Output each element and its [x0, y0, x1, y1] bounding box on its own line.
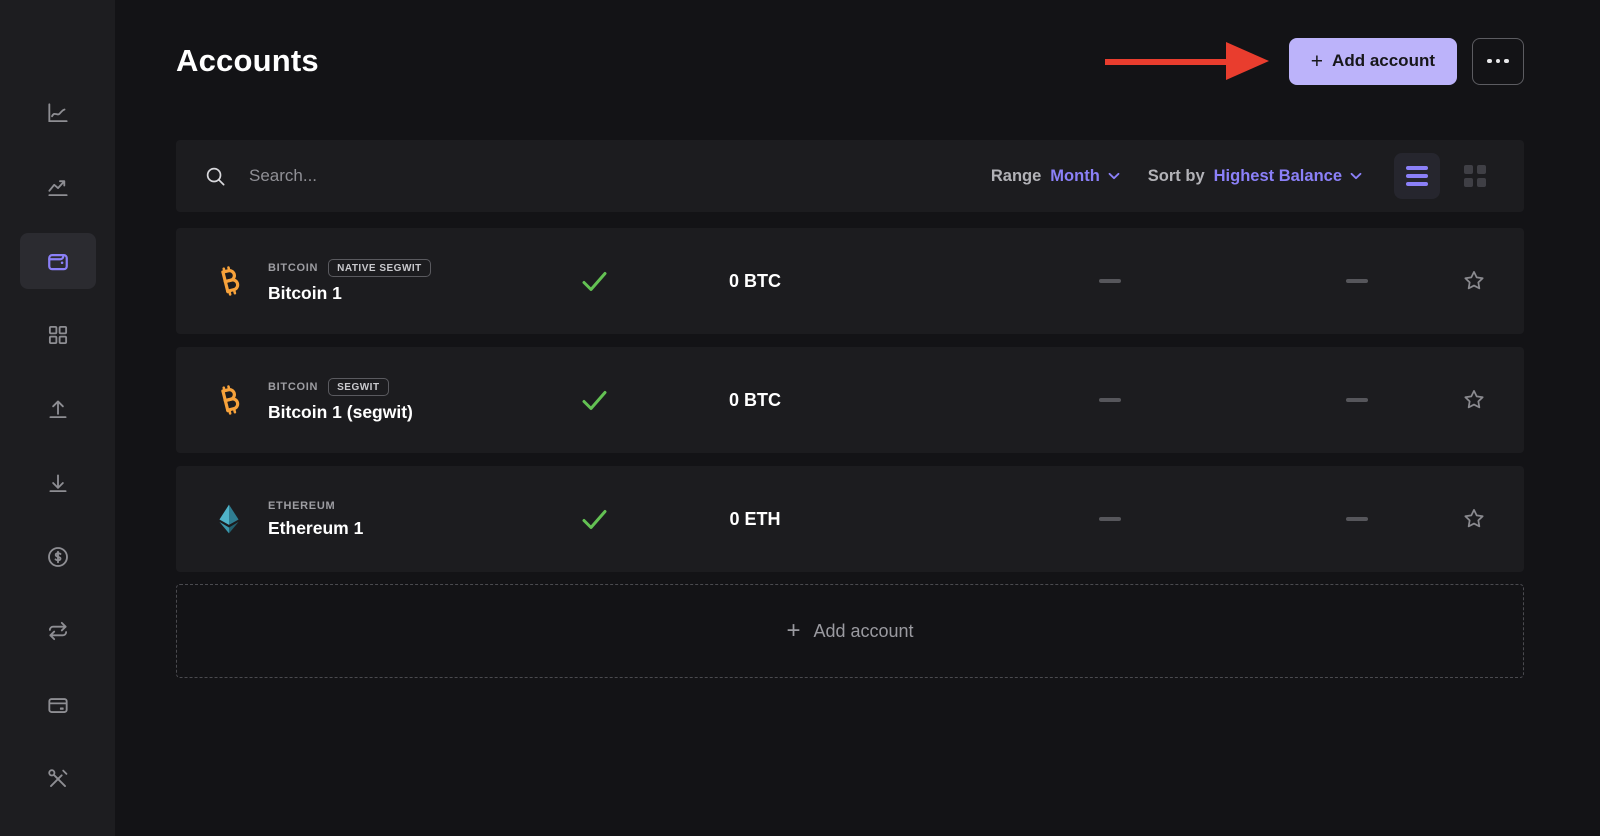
view-toggles [1394, 153, 1498, 199]
sidebar-item-receive[interactable] [34, 459, 82, 507]
ethereum-icon [212, 502, 246, 536]
sidebar-item-swap[interactable] [34, 607, 82, 655]
account-info: ETHEREUM Ethereum 1 [268, 500, 538, 539]
chevron-down-icon [1108, 172, 1120, 180]
plus-icon: + [1311, 51, 1323, 72]
grid-view-toggle[interactable] [1452, 153, 1498, 199]
account-info: BITCOIN NATIVE SEGWIT Bitcoin 1 [268, 259, 538, 304]
account-balance: 0 BTC [650, 390, 860, 411]
list-view-toggle[interactable] [1394, 153, 1440, 199]
favorite-star-button[interactable] [1452, 268, 1496, 294]
sidebar-item-send[interactable] [34, 385, 82, 433]
range-select[interactable]: Month [1050, 167, 1119, 186]
sidebar-item-market[interactable] [34, 163, 82, 211]
sidebar-item-tools[interactable] [34, 755, 82, 803]
wallet-icon [44, 247, 72, 275]
sidebar-item-buy-sell[interactable] [34, 533, 82, 581]
sync-check-icon [581, 508, 608, 531]
grid-view-icon [1464, 165, 1473, 174]
sort-filter: Sort by Highest Balance [1148, 167, 1362, 186]
account-badge: NATIVE SEGWIT [328, 259, 431, 277]
star-icon [1461, 268, 1487, 294]
empty-value-dash [1346, 517, 1368, 521]
bitcoin-icon [212, 264, 246, 298]
account-name: Ethereum 1 [268, 518, 538, 539]
account-currency: ETHEREUM [268, 500, 335, 512]
sync-check-icon [581, 389, 608, 412]
sidebar-item-card[interactable] [34, 681, 82, 729]
favorite-star-button[interactable] [1452, 506, 1496, 532]
sort-label: Sort by [1148, 167, 1205, 186]
receive-arrow-down-icon [45, 470, 71, 496]
range-filter: Range Month [991, 167, 1120, 186]
more-options-button[interactable] [1472, 38, 1524, 85]
bitcoin-icon [212, 383, 246, 417]
swap-arrows-icon [45, 618, 71, 644]
sidebar-item-accounts[interactable] [20, 233, 96, 289]
account-balance: 0 ETH [650, 509, 860, 530]
accounts-list: BITCOIN NATIVE SEGWIT Bitcoin 1 0 BTC [176, 228, 1524, 572]
empty-value-dash [1099, 517, 1121, 521]
account-row-ethereum-1[interactable]: ETHEREUM Ethereum 1 0 ETH [176, 466, 1524, 572]
range-label: Range [991, 167, 1041, 186]
search-input[interactable] [249, 166, 963, 186]
portfolio-chart-icon [45, 100, 71, 126]
star-icon [1461, 506, 1487, 532]
search-icon [204, 165, 227, 188]
apps-grid-icon [45, 322, 71, 348]
account-name: Bitcoin 1 [268, 283, 538, 304]
list-view-icon [1406, 166, 1428, 170]
tools-icon [45, 766, 71, 792]
add-account-button-label: Add account [1332, 51, 1435, 71]
empty-value-dash [1346, 398, 1368, 402]
card-icon [45, 692, 71, 718]
red-annotation-arrow-icon [1105, 40, 1271, 82]
add-account-placeholder-label: Add account [813, 621, 913, 642]
star-icon [1461, 387, 1487, 413]
account-currency: BITCOIN [268, 381, 318, 393]
filter-bar: Range Month Sort by Highest Balance [176, 140, 1524, 212]
plus-icon: + [786, 619, 800, 643]
market-trend-icon [45, 174, 71, 200]
dollar-circle-icon [45, 544, 71, 570]
sidebar-item-discover[interactable] [34, 311, 82, 359]
account-balance: 0 BTC [650, 271, 860, 292]
app-root: Accounts + Add account [0, 0, 1600, 678]
ellipsis-icon [1487, 59, 1492, 64]
account-row-bitcoin-1-segwit[interactable]: BITCOIN SEGWIT Bitcoin 1 (segwit) 0 BTC [176, 347, 1524, 453]
account-row-bitcoin-1[interactable]: BITCOIN NATIVE SEGWIT Bitcoin 1 0 BTC [176, 228, 1524, 334]
account-info: BITCOIN SEGWIT Bitcoin 1 (segwit) [268, 378, 538, 423]
main-content: Accounts + Add account [115, 0, 1600, 678]
account-name: Bitcoin 1 (segwit) [268, 402, 538, 423]
favorite-star-button[interactable] [1452, 387, 1496, 413]
page-header: Accounts + Add account [176, 36, 1524, 86]
account-currency: BITCOIN [268, 262, 318, 274]
range-value: Month [1050, 167, 1099, 186]
empty-value-dash [1099, 279, 1121, 283]
header-actions: + Add account [1105, 38, 1524, 85]
sort-value: Highest Balance [1214, 167, 1342, 186]
send-arrow-up-icon [45, 396, 71, 422]
add-account-button[interactable]: + Add account [1289, 38, 1457, 85]
sidebar-item-portfolio[interactable] [34, 89, 82, 137]
sort-select[interactable]: Highest Balance [1214, 167, 1362, 186]
empty-value-dash [1346, 279, 1368, 283]
sidebar [0, 0, 115, 836]
sync-check-icon [581, 270, 608, 293]
chevron-down-icon [1350, 172, 1362, 180]
page-title: Accounts [176, 43, 319, 79]
add-account-placeholder-button[interactable]: + Add account [176, 584, 1524, 678]
empty-value-dash [1099, 398, 1121, 402]
account-badge: SEGWIT [328, 378, 388, 396]
